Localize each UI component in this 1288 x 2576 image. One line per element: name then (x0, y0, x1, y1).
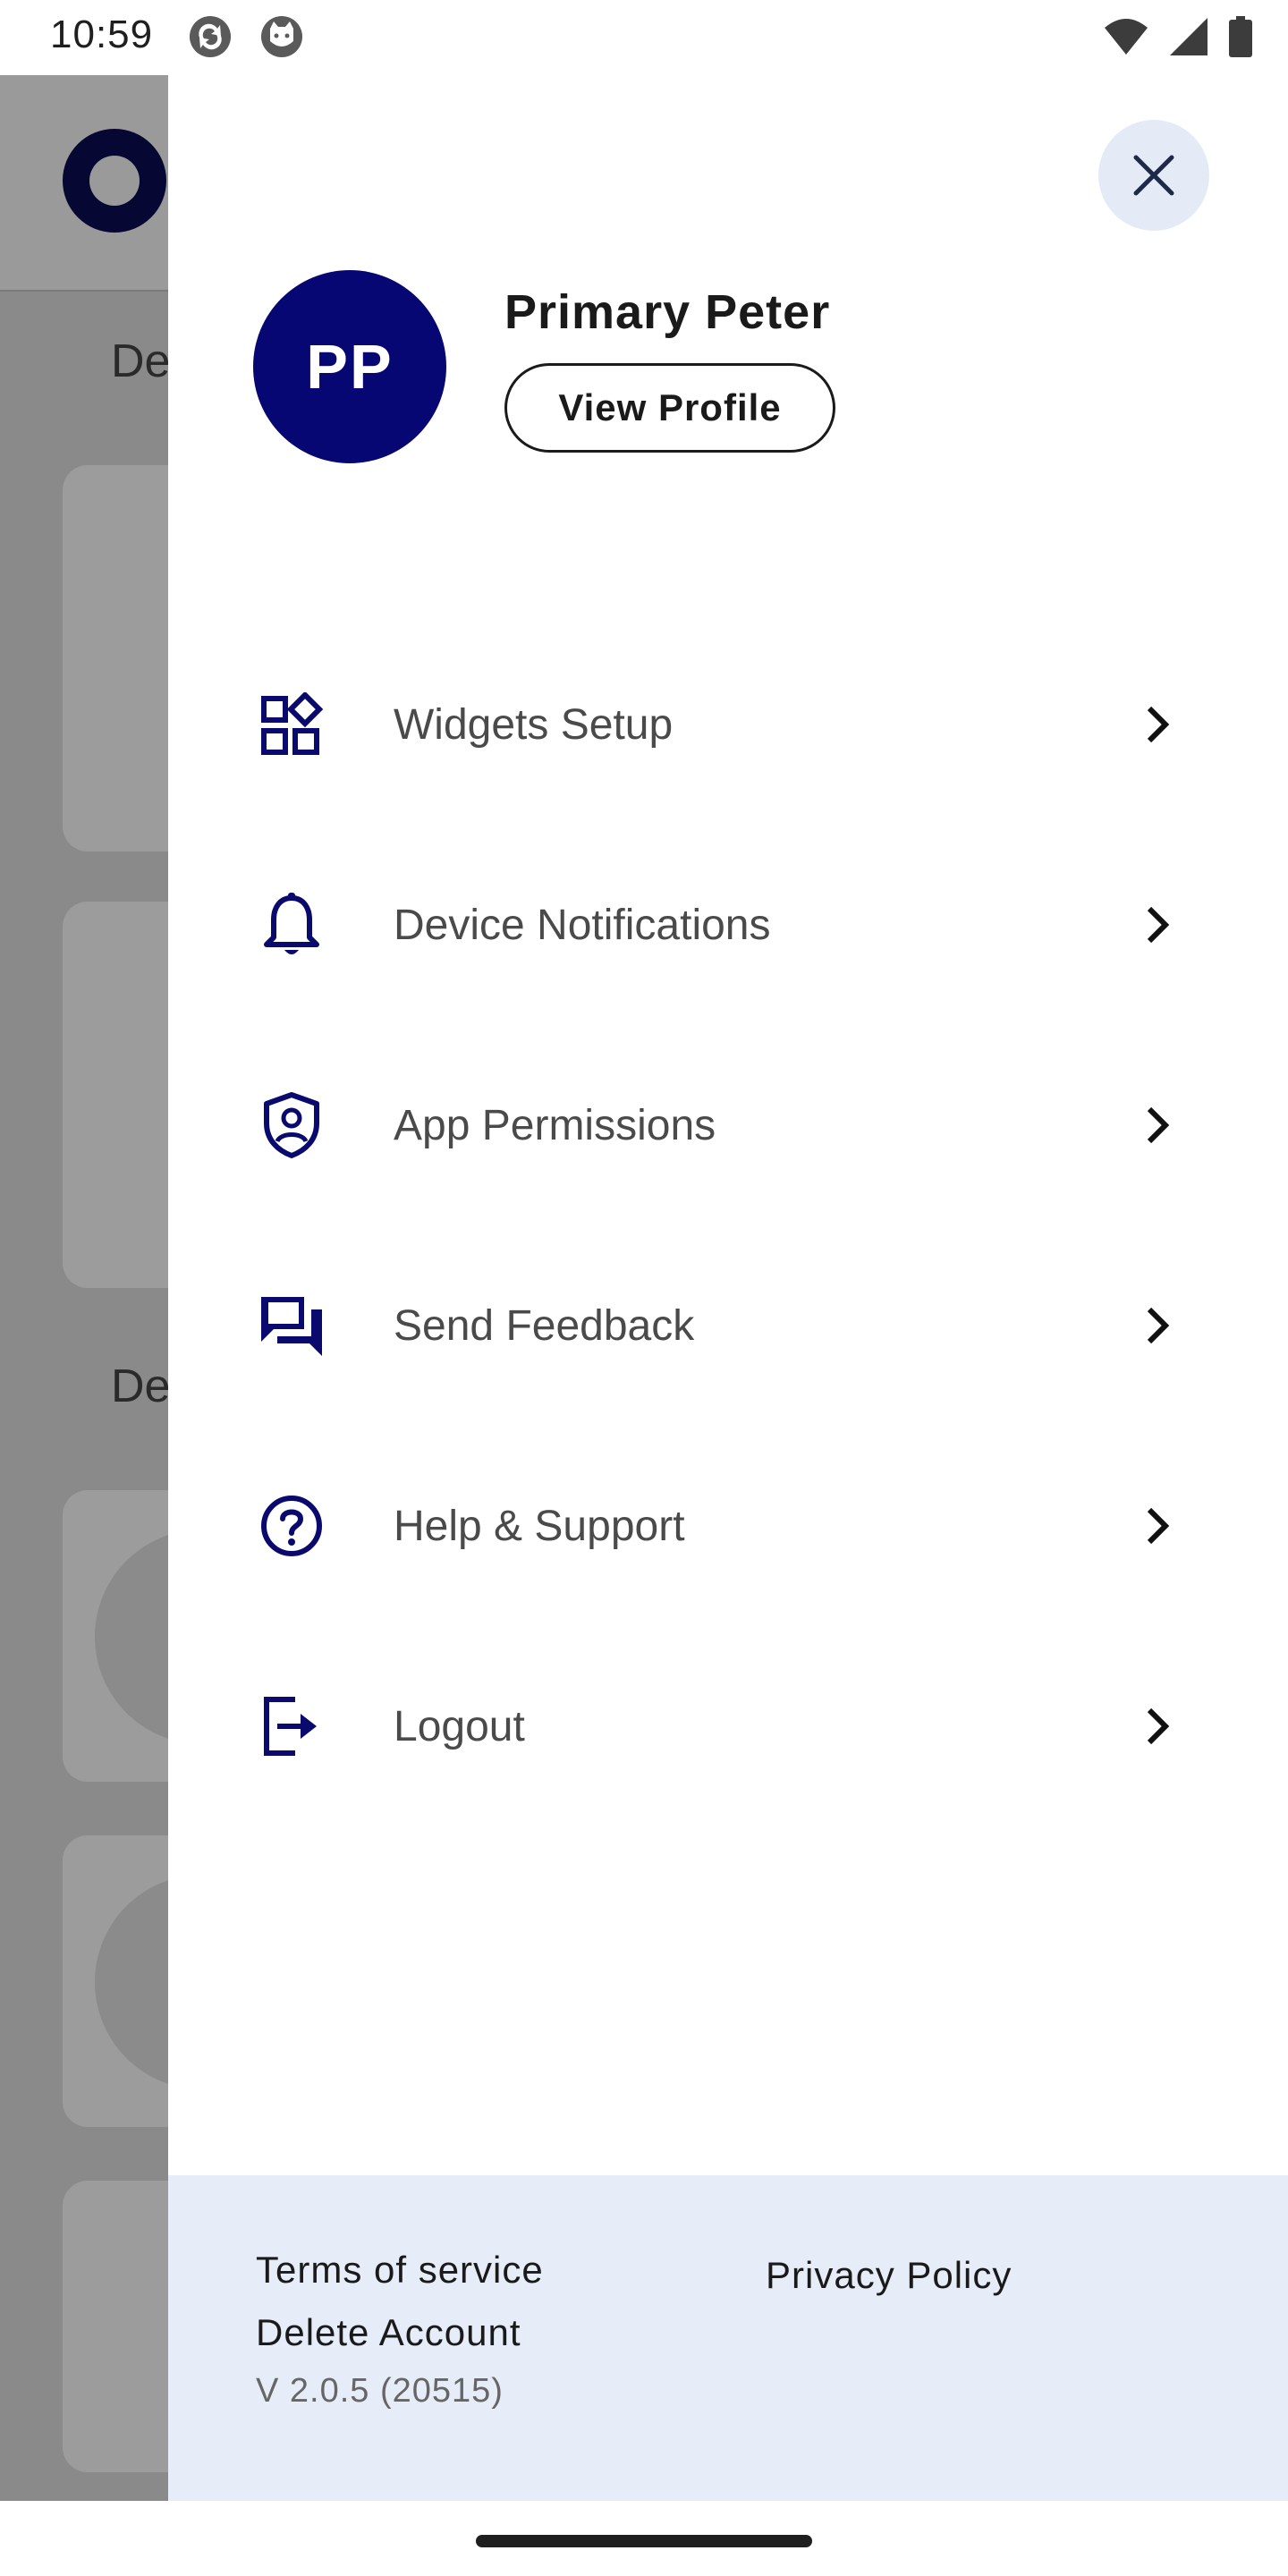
view-profile-button[interactable]: View Profile (504, 363, 835, 453)
system-navigation-bar (0, 2501, 1288, 2576)
app-version: V 2.0.5 (20515) (256, 2372, 504, 2410)
cat-app-icon (259, 14, 304, 59)
profile-name: Primary Peter (504, 285, 831, 339)
menu-item-label: Help & Support (394, 1502, 685, 1550)
chevron-right-icon (1134, 1503, 1181, 1549)
widgets-icon (258, 691, 326, 758)
help-icon (258, 1492, 326, 1560)
signal-icon (1168, 16, 1209, 62)
menu-item-logout[interactable]: Logout (168, 1626, 1288, 1826)
navigation-drawer: PP Primary Peter View Profile Widgets Se… (168, 75, 1288, 2501)
background-section-title: De (111, 1360, 171, 1412)
shield-user-icon (258, 1091, 326, 1159)
battery-icon (1229, 15, 1252, 62)
menu-item-app-permissions[interactable]: App Permissions (168, 1025, 1288, 1225)
chevron-right-icon (1134, 701, 1181, 748)
avatar[interactable]: PP (253, 270, 446, 463)
status-time: 10:59 (50, 13, 154, 56)
privacy-policy-link[interactable]: Privacy Policy (766, 2254, 1012, 2297)
chevron-right-icon (1134, 1102, 1181, 1148)
menu-item-label: Widgets Setup (394, 700, 674, 749)
menu-item-send-feedback[interactable]: Send Feedback (168, 1225, 1288, 1426)
drawer-menu: Widgets Setup Device Notifications App P… (168, 624, 1288, 1826)
app-logo (63, 129, 166, 233)
background-section-title: De (111, 335, 171, 387)
menu-item-label: Device Notifications (394, 901, 771, 949)
status-bar: 10:59 (0, 0, 1288, 75)
chevron-right-icon (1134, 1302, 1181, 1349)
screen: 10:59 De De PP Primary Peter View Profil… (0, 0, 1288, 2576)
chevron-right-icon (1134, 1703, 1181, 1750)
status-icons (1104, 15, 1252, 62)
chevron-right-icon (1134, 902, 1181, 948)
menu-item-device-notifications[interactable]: Device Notifications (168, 825, 1288, 1025)
menu-item-widgets-setup[interactable]: Widgets Setup (168, 624, 1288, 825)
home-gesture-handle[interactable] (476, 2535, 812, 2547)
close-button[interactable] (1098, 120, 1209, 231)
forum-icon (258, 1292, 326, 1360)
close-icon (1133, 155, 1174, 196)
drawer-footer: Terms of service Privacy Policy Delete A… (168, 2175, 1288, 2501)
menu-item-label: Send Feedback (394, 1301, 695, 1350)
delete-account-link[interactable]: Delete Account (256, 2311, 521, 2354)
sync-app-icon (188, 14, 233, 59)
terms-of-service-link[interactable]: Terms of service (256, 2249, 544, 2292)
menu-item-label: App Permissions (394, 1101, 716, 1149)
logout-icon (258, 1692, 326, 1760)
menu-item-label: Logout (394, 1702, 525, 1750)
wifi-icon (1104, 17, 1148, 61)
menu-item-help-support[interactable]: Help & Support (168, 1426, 1288, 1626)
bell-icon (258, 891, 326, 959)
